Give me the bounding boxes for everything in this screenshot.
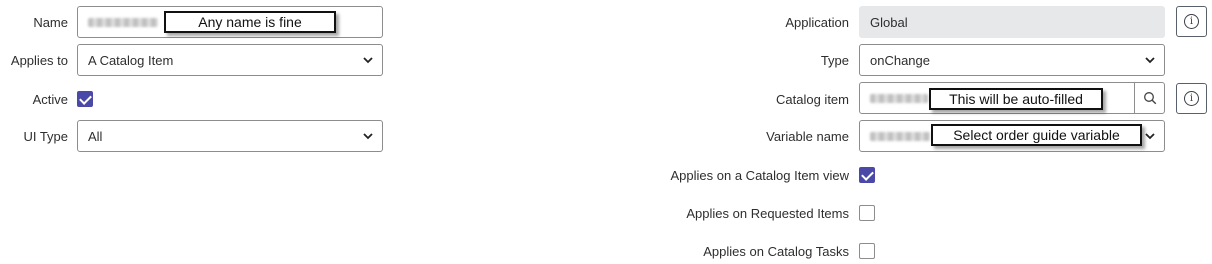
info-icon: i: [1184, 14, 1199, 29]
applies-to-value: A Catalog Item: [88, 52, 174, 68]
applies-catalog-tasks-label: Applies on Catalog Tasks: [703, 244, 849, 259]
application-value: Global: [870, 14, 908, 30]
variable-name-callout: Select order guide variable: [931, 124, 1142, 146]
ui-type-select[interactable]: All: [77, 120, 383, 152]
chevron-down-icon: [1145, 133, 1155, 140]
active-checkbox[interactable]: [77, 91, 93, 107]
type-label: Type: [820, 53, 849, 68]
application-field: Global: [859, 6, 1165, 38]
redacted-variable-name: [870, 131, 930, 141]
type-value: onChange: [870, 52, 930, 68]
chevron-down-icon: [363, 133, 373, 140]
chevron-down-icon: [1145, 57, 1155, 64]
info-icon: i: [1184, 91, 1199, 106]
search-icon: [1143, 92, 1156, 105]
catalog-item-search-button[interactable]: [1134, 83, 1164, 113]
catalog-item-callout: This will be auto-filled: [929, 88, 1103, 110]
applies-catalog-view-checkbox[interactable]: [859, 167, 875, 183]
application-label: Application: [785, 15, 849, 30]
catalog-item-info-button[interactable]: i: [1176, 83, 1207, 114]
name-callout: Any name is fine: [164, 11, 336, 33]
application-info-button[interactable]: i: [1176, 6, 1207, 37]
variable-name-label: Variable name: [766, 129, 849, 144]
chevron-down-icon: [363, 57, 373, 64]
ui-type-value: All: [88, 128, 103, 144]
applies-to-select[interactable]: A Catalog Item: [77, 44, 383, 76]
redacted-catalog-item: [870, 93, 928, 103]
applies-catalog-tasks-checkbox[interactable]: [859, 243, 875, 259]
applies-requested-items-label: Applies on Requested Items: [686, 206, 849, 221]
applies-to-label: Applies to: [10, 53, 68, 68]
redacted-name-value: [88, 17, 158, 27]
name-label: Name: [33, 15, 68, 30]
type-select[interactable]: onChange: [859, 44, 1165, 76]
active-label: Active: [32, 92, 68, 107]
applies-catalog-view-label: Applies on a Catalog Item view: [670, 168, 849, 183]
ui-type-label: UI Type: [23, 129, 68, 144]
catalog-item-label: Catalog item: [776, 92, 849, 107]
applies-requested-items-checkbox[interactable]: [859, 205, 875, 221]
